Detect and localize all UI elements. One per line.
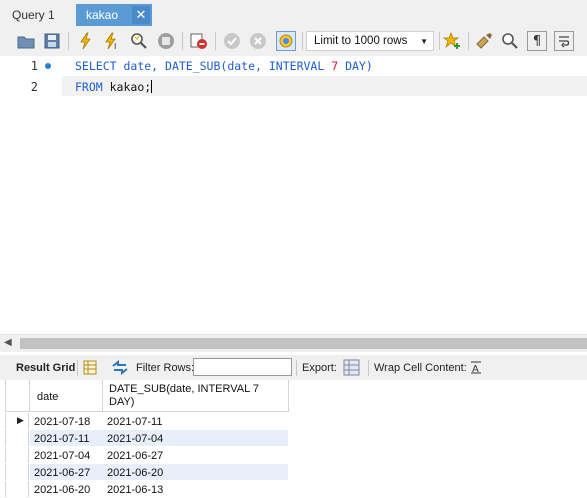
line-number: 1 — [30, 59, 38, 73]
svg-text:I: I — [114, 42, 116, 50]
table-cell[interactable]: 2021-07-11 — [30, 431, 89, 447]
sql-editor[interactable]: 1 2 SELECT date, DATE_SUB(date, INTERVAL… — [0, 56, 587, 334]
line-gutter — [0, 56, 62, 334]
invisible-chars-icon[interactable]: ¶ — [527, 31, 547, 51]
wrap-lines-icon[interactable] — [554, 31, 574, 51]
close-icon[interactable]: ✕ — [132, 6, 150, 24]
row-header-corner — [5, 380, 30, 412]
filter-rows-label: Filter Rows: — [136, 362, 195, 374]
execute-current-icon[interactable]: I — [102, 31, 122, 51]
line-number: 2 — [30, 80, 38, 94]
code-line-1[interactable]: SELECT date, DATE_SUB(date, INTERVAL 7 D… — [75, 59, 373, 73]
scrollbar-thumb[interactable] — [20, 338, 587, 349]
table-cell[interactable]: 2021-06-20 — [30, 482, 90, 498]
filter-rows-input[interactable] — [193, 358, 292, 376]
beautify-broom-icon[interactable] — [474, 31, 494, 51]
limit-rows-select[interactable]: Limit to 1000 rows ▼ — [306, 31, 434, 51]
stop-hand-icon[interactable] — [156, 31, 176, 51]
find-magnifier-icon[interactable] — [500, 31, 520, 51]
tab-label: Query 1 — [12, 8, 55, 22]
table-cell[interactable]: 2021-06-27 — [30, 465, 90, 481]
table-cell[interactable]: 2021-07-11 — [103, 414, 162, 430]
export-icon[interactable] — [343, 359, 360, 379]
wrap-cell-icon[interactable]: A — [470, 361, 482, 377]
scroll-left-arrow-icon[interactable]: ◀ — [4, 337, 12, 348]
result-grid-tab[interactable]: Result Grid — [16, 362, 75, 374]
table-cell[interactable]: 2021-06-20 — [103, 465, 163, 481]
editor-horizontal-scrollbar[interactable]: ◀ — [0, 334, 587, 352]
refresh-arrows-icon[interactable] — [111, 359, 129, 378]
open-folder-icon[interactable] — [16, 31, 36, 51]
limit-label: Limit to 1000 rows — [314, 35, 408, 47]
table-cell[interactable]: 2021-07-04 — [103, 431, 163, 447]
wrap-cell-label: Wrap Cell Content: — [374, 362, 467, 374]
column-header-date-sub[interactable]: DATE_SUB(date, INTERVAL 7 DAY) — [103, 380, 289, 412]
sql-toolbar: I Limit to 1000 rows ▼ ¶ — [0, 27, 587, 57]
rollback-icon[interactable] — [248, 31, 268, 51]
tab-query-1[interactable]: Query 1 — [0, 4, 76, 26]
tab-bar: Query 1 kakao ✕ — [0, 0, 587, 28]
explain-magnifier-icon[interactable] — [129, 31, 149, 51]
statement-marker-icon — [45, 63, 51, 69]
text-cursor — [151, 80, 153, 93]
result-toolbar: Result Grid Filter Rows: Export: Wrap Ce… — [0, 355, 587, 381]
tab-kakao[interactable]: kakao ✕ — [76, 4, 152, 26]
table-cell[interactable]: 2021-06-13 — [103, 482, 163, 498]
commit-icon[interactable] — [222, 31, 242, 51]
add-snippet-star-icon[interactable] — [442, 31, 462, 51]
toggle-stop-on-error-icon[interactable] — [189, 31, 209, 51]
result-grid[interactable]: date DATE_SUB(date, INTERVAL 7 DAY) ▶ 202… — [0, 380, 587, 497]
table-cell[interactable]: 2021-07-04 — [30, 448, 90, 464]
chevron-down-icon: ▼ — [420, 36, 428, 46]
tab-label: kakao — [86, 8, 119, 22]
table-cell[interactable]: 2021-06-27 — [103, 448, 163, 464]
export-label: Export: — [302, 362, 337, 374]
autocommit-toggle-icon[interactable] — [276, 31, 296, 51]
code-line-2[interactable]: FROM kakao; — [75, 80, 153, 94]
grid-view-icon[interactable] — [83, 360, 97, 378]
column-header-date[interactable]: date — [30, 380, 103, 412]
execute-lightning-icon[interactable] — [76, 31, 96, 51]
current-row-pointer-icon: ▶ — [17, 415, 24, 425]
save-icon[interactable] — [42, 31, 62, 51]
table-cell[interactable]: 2021-07-18 — [30, 414, 90, 430]
